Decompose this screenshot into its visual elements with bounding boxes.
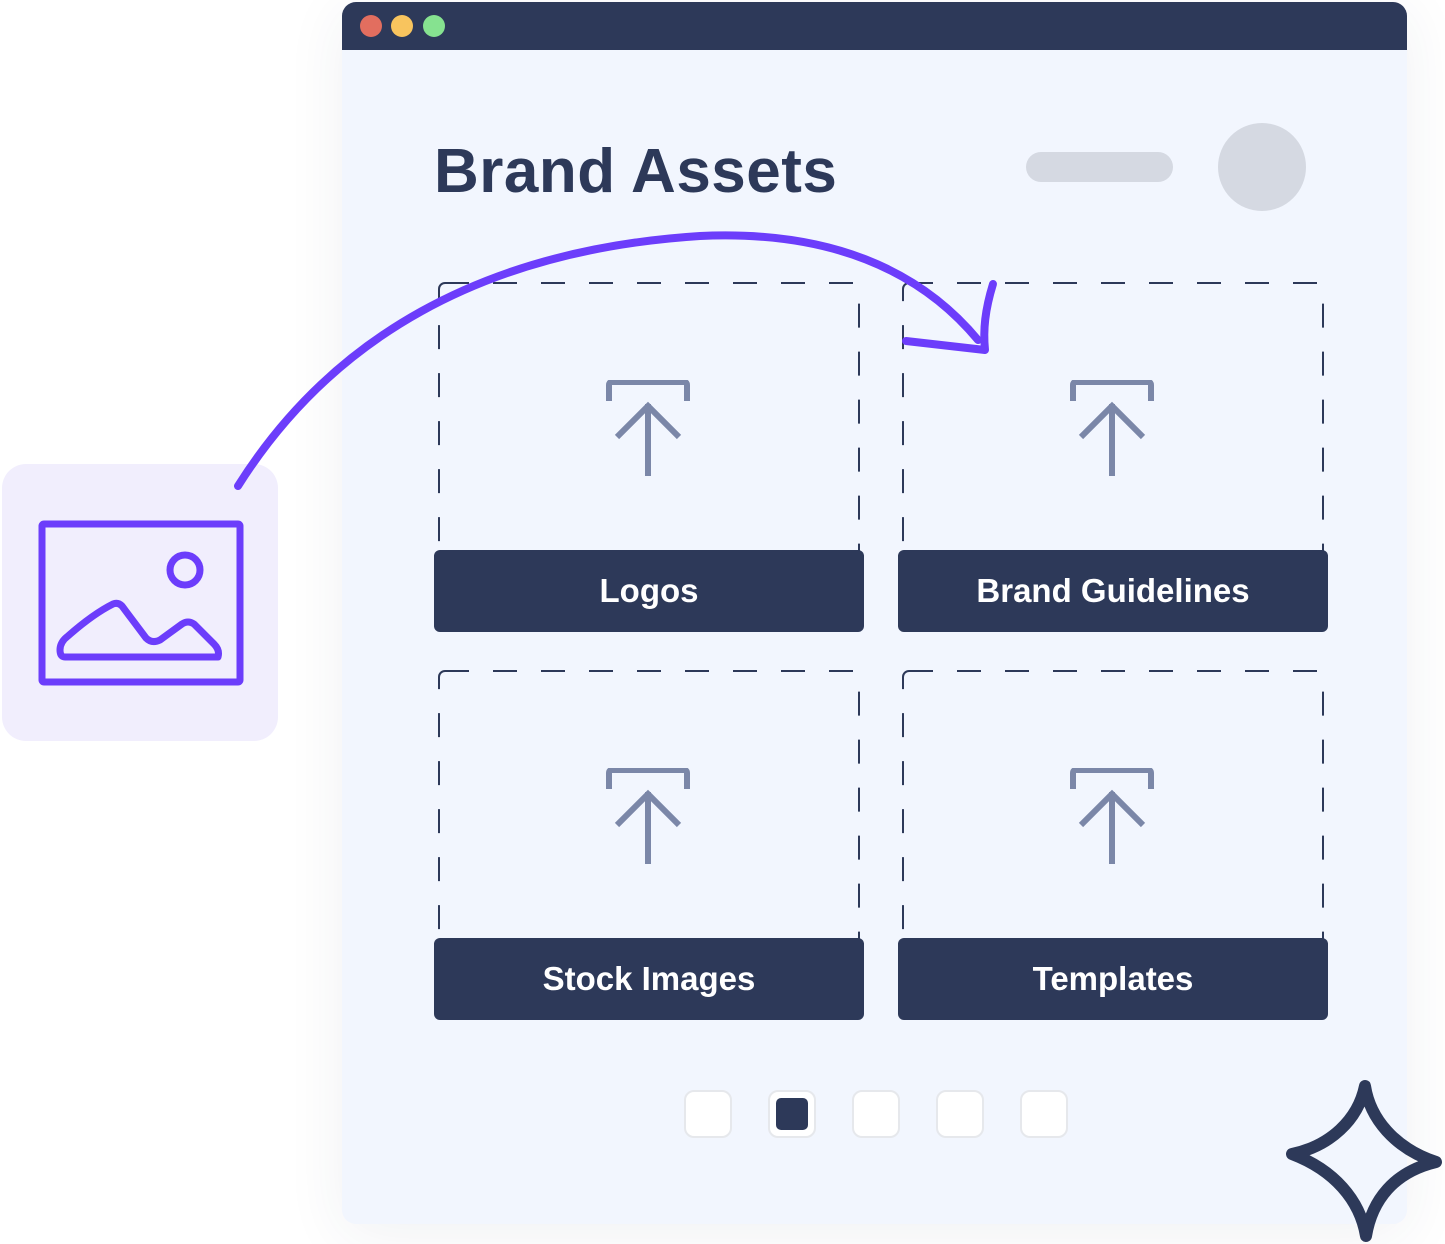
tile-label-brand-guidelines[interactable]: Brand Guidelines	[898, 550, 1328, 632]
page-title: Brand Assets	[434, 137, 838, 206]
minimize-window-button[interactable]	[391, 15, 413, 37]
page-4-button[interactable]	[936, 1090, 984, 1138]
page-5-button[interactable]	[1020, 1090, 1068, 1138]
pagination	[684, 1090, 1068, 1138]
asset-tile-brand-guidelines: Brand Guidelines	[898, 282, 1328, 632]
asset-tile-stock-images: Stock Images	[434, 670, 864, 1020]
maximize-window-button[interactable]	[423, 15, 445, 37]
upload-icon	[1070, 380, 1154, 476]
page-1-button[interactable]	[684, 1090, 732, 1138]
browser-window: Brand Assets Logos Brand Guidelines Stoc…	[342, 2, 1407, 1224]
dragged-image-card[interactable]	[2, 464, 278, 741]
image-icon	[38, 520, 244, 686]
active-page-indicator	[776, 1098, 808, 1130]
upload-icon	[606, 380, 690, 476]
asset-tile-logos: Logos	[434, 282, 864, 632]
upload-icon	[606, 768, 690, 864]
tile-label-templates[interactable]: Templates	[898, 938, 1328, 1020]
window-titlebar	[342, 2, 1407, 50]
upload-icon	[1070, 768, 1154, 864]
page-3-button[interactable]	[852, 1090, 900, 1138]
page-2-button[interactable]	[768, 1090, 816, 1138]
sparkle-icon	[1286, 1080, 1442, 1242]
asset-tile-templates: Templates	[898, 670, 1328, 1020]
tile-label-logos[interactable]: Logos	[434, 550, 864, 632]
avatar[interactable]	[1218, 123, 1306, 211]
tile-label-stock-images[interactable]: Stock Images	[434, 938, 864, 1020]
search-bar-placeholder[interactable]	[1026, 152, 1173, 182]
close-window-button[interactable]	[360, 15, 382, 37]
